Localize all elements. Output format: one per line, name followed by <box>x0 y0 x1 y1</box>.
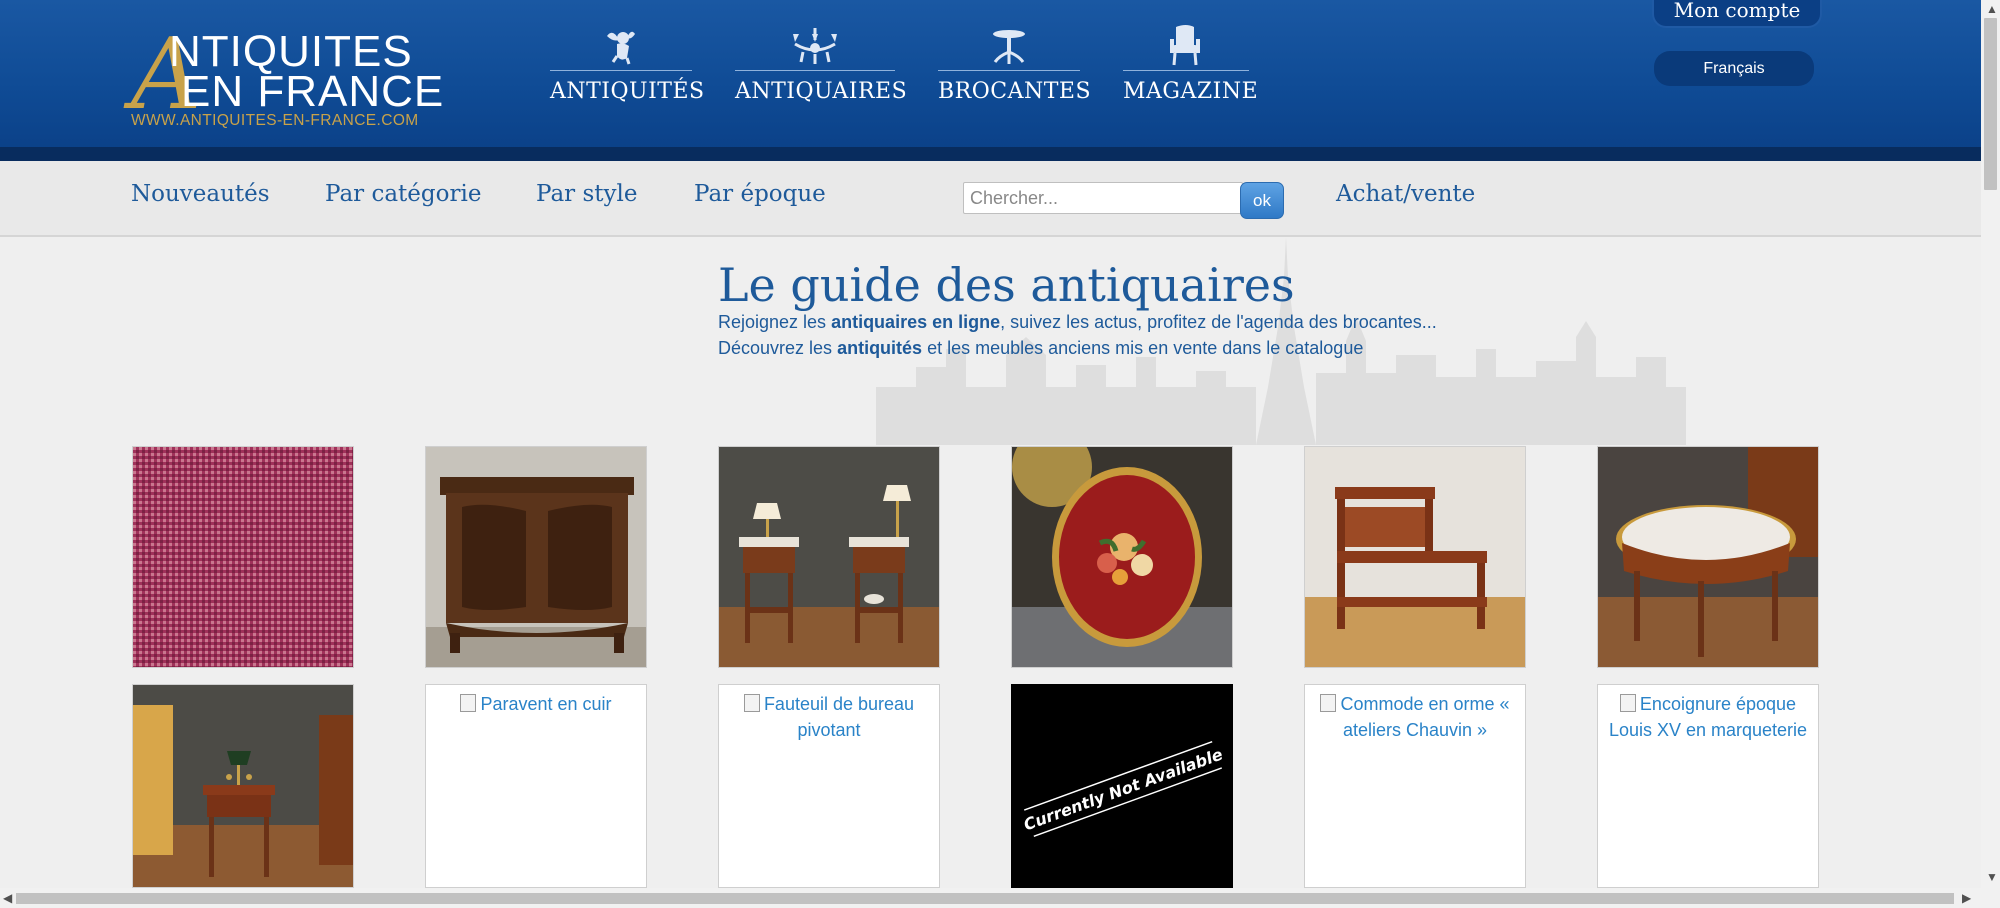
broken-image-icon <box>743 694 760 712</box>
scroll-left-arrow-icon[interactable]: ◀ <box>3 891 12 905</box>
search-input[interactable] <box>963 182 1243 214</box>
product-card[interactable] <box>1304 446 1526 668</box>
side-table-photo <box>133 685 353 887</box>
subnav-par-style[interactable]: Par style <box>536 181 637 207</box>
site-header: A NTIQUITES EN FRANCE WWW.ANTIQUITES-EN-… <box>0 0 1981 161</box>
page-title: Le guide des antiquaires <box>718 258 1295 312</box>
header-bottom-strip <box>0 147 1981 161</box>
product-card[interactable] <box>1011 446 1233 668</box>
product-card[interactable] <box>718 446 940 668</box>
nav-label: ANTIQUAIRES <box>735 79 908 104</box>
nav-label: ANTIQUITÉS <box>550 79 705 104</box>
cherub-icon <box>607 31 635 65</box>
red-fabric-photo <box>133 447 353 667</box>
nav-item-antiquaires[interactable]: ANTIQUAIRES <box>735 22 908 112</box>
marble-table-photo <box>1598 447 1818 667</box>
product-card[interactable]: Fauteuil de bureau pivotant <box>718 684 940 888</box>
painted-tray-photo <box>1012 447 1232 667</box>
nav-item-brocantes[interactable]: BROCANTES <box>938 22 1092 112</box>
nav-item-antiquites[interactable]: ANTIQUITÉS <box>550 22 705 112</box>
horizontal-scroll-thumb[interactable] <box>16 893 1954 904</box>
logo-text-en-france: EN FRANCE <box>181 67 445 116</box>
walnut-buffet-photo <box>426 447 646 667</box>
subnav-nouveautes[interactable]: Nouveautés <box>131 181 270 207</box>
intro-line-2: Découvrez les antiquités et les meubles … <box>718 338 1364 358</box>
armchair-icon <box>1170 25 1200 66</box>
link-antiquites[interactable]: antiquités <box>837 338 922 358</box>
subnav-par-categorie[interactable]: Par catégorie <box>325 181 481 207</box>
subnav-par-epoque[interactable]: Par époque <box>694 181 826 207</box>
intro-text: Rejoignez les antiquaires en ligne, suiv… <box>718 309 1437 361</box>
product-card[interactable] <box>132 684 354 888</box>
broken-image-icon <box>1320 694 1337 712</box>
not-available-placeholder: Currently Not Available <box>1012 685 1232 887</box>
broken-image-icon <box>460 694 477 712</box>
product-card[interactable]: Encoignure époque Louis XV en marqueteri… <box>1597 684 1819 888</box>
vertical-scroll-thumb[interactable] <box>1984 18 1997 190</box>
product-card[interactable]: Commode en orme « ateliers Chauvin » <box>1304 684 1526 888</box>
subnav-achat-vente[interactable]: Achat/vente <box>1336 181 1475 207</box>
logo-url: WWW.ANTIQUITES-EN-FRANCE.COM <box>131 112 419 129</box>
bedside-tables-photo <box>719 447 939 667</box>
language-selector[interactable]: Français <box>1654 51 1814 86</box>
nav-label: BROCANTES <box>938 79 1092 104</box>
my-account-button[interactable]: Mon compte <box>1652 0 1822 28</box>
broken-image-icon <box>1619 694 1636 712</box>
product-card[interactable]: Currently Not Available <box>1011 684 1233 888</box>
library-steps-photo <box>1305 447 1525 667</box>
product-card[interactable] <box>1597 446 1819 668</box>
site-logo[interactable]: A NTIQUITES EN FRANCE WWW.ANTIQUITES-EN-… <box>131 26 451 136</box>
product-image-alt[interactable]: Fauteuil de bureau pivotant <box>723 691 935 743</box>
product-card[interactable] <box>132 446 354 668</box>
product-image-alt[interactable]: Encoignure époque Louis XV en marqueteri… <box>1602 691 1814 743</box>
chandelier-icon <box>793 28 837 64</box>
product-image-alt[interactable]: Commode en orme « ateliers Chauvin » <box>1309 691 1521 743</box>
secondary-navigation: Nouveautés Par catégorie Par style Par é… <box>0 161 1981 237</box>
nav-label: MAGAZINE <box>1123 79 1259 104</box>
product-card[interactable]: Paravent en cuir <box>425 684 647 888</box>
search-ok-button[interactable]: ok <box>1240 182 1284 219</box>
link-antiquaires-en-ligne[interactable]: antiquaires en ligne <box>831 312 1000 332</box>
nav-item-magazine[interactable]: MAGAZINE <box>1123 22 1259 112</box>
scroll-right-arrow-icon[interactable]: ▶ <box>1962 891 1971 905</box>
product-card[interactable] <box>425 446 647 668</box>
product-image-alt[interactable]: Paravent en cuir <box>430 691 642 717</box>
intro-line-1: Rejoignez les antiquaires en ligne, suiv… <box>718 312 1437 332</box>
gueridon-table-icon <box>993 30 1025 64</box>
horizontal-scrollbar[interactable]: ◀ ▶ <box>0 888 2000 908</box>
scroll-down-arrow-icon[interactable]: ▼ <box>1986 870 1998 884</box>
vertical-scrollbar[interactable]: ▲ ▼ <box>1981 0 2000 888</box>
scroll-up-arrow-icon[interactable]: ▲ <box>1986 2 1998 16</box>
